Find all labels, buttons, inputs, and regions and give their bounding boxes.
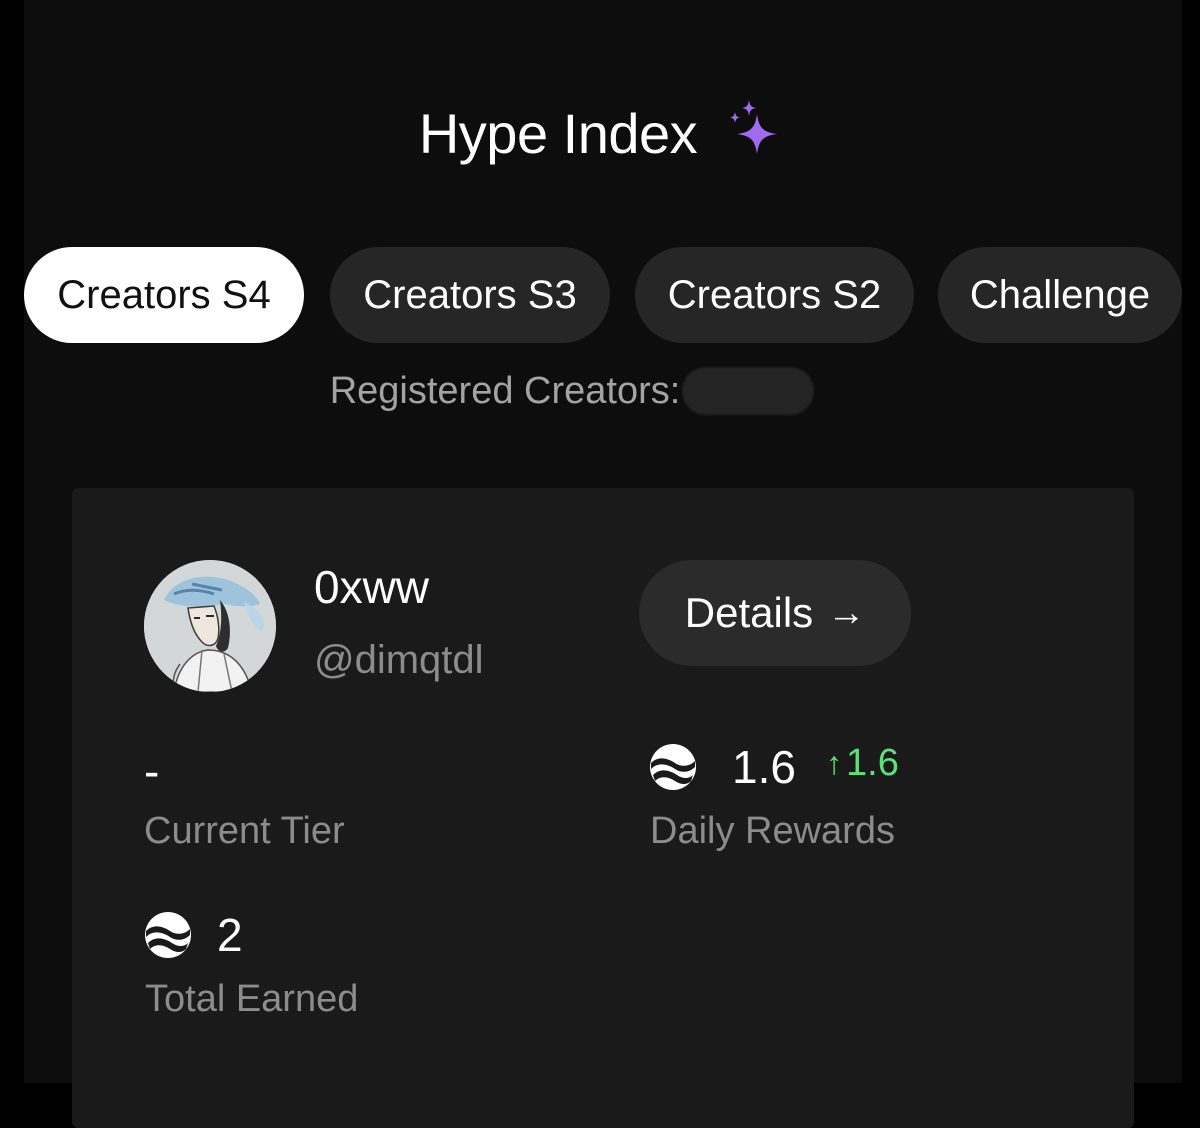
token-coin-icon xyxy=(145,912,191,958)
creator-card: 0xww @dimqtdl Details → - Current Tier 1… xyxy=(72,488,1134,1128)
arrow-right-icon: → xyxy=(827,591,866,634)
creator-handle[interactable]: @dimqtdl xyxy=(314,638,484,683)
avatar-illustration xyxy=(144,560,276,692)
daily-rewards-change: ↑ 1.6 xyxy=(826,742,899,785)
current-tier-label: Current Tier xyxy=(144,810,345,852)
registered-creators: Registered Creators: xyxy=(24,366,1182,416)
sparkles-icon xyxy=(730,100,778,154)
daily-rewards-change-value: 1.6 xyxy=(846,742,899,784)
arrow-up-icon: ↑ xyxy=(826,745,842,781)
creator-name: 0xww xyxy=(314,561,430,613)
hype-index-page: Hype Index Creators S4 Creators S3 Creat… xyxy=(24,0,1182,1128)
token-coin-icon xyxy=(650,744,696,790)
total-earned-value: 2 xyxy=(217,909,243,961)
tab-creators-s4[interactable]: Creators S4 xyxy=(24,247,304,343)
total-earned-label: Total Earned xyxy=(145,978,359,1020)
daily-rewards-value: 1.6 xyxy=(732,741,796,793)
page-title: Hype Index xyxy=(418,101,698,165)
avatar[interactable] xyxy=(144,560,276,692)
daily-rewards-label: Daily Rewards xyxy=(650,810,895,852)
registered-creators-count-redacted xyxy=(682,367,815,415)
details-button[interactable]: Details → xyxy=(639,560,911,666)
season-tabs: Creators S4 Creators S3 Creators S2 Chal… xyxy=(24,247,1182,343)
tab-challenge[interactable]: Challenge xyxy=(938,247,1182,343)
tab-creators-s2[interactable]: Creators S2 xyxy=(635,247,914,343)
registered-creators-label: Registered Creators: xyxy=(329,369,681,412)
current-tier-value: - xyxy=(144,745,160,797)
header: Hype Index xyxy=(24,88,1182,178)
details-label: Details xyxy=(684,589,814,636)
tab-creators-s3[interactable]: Creators S3 xyxy=(330,247,610,343)
